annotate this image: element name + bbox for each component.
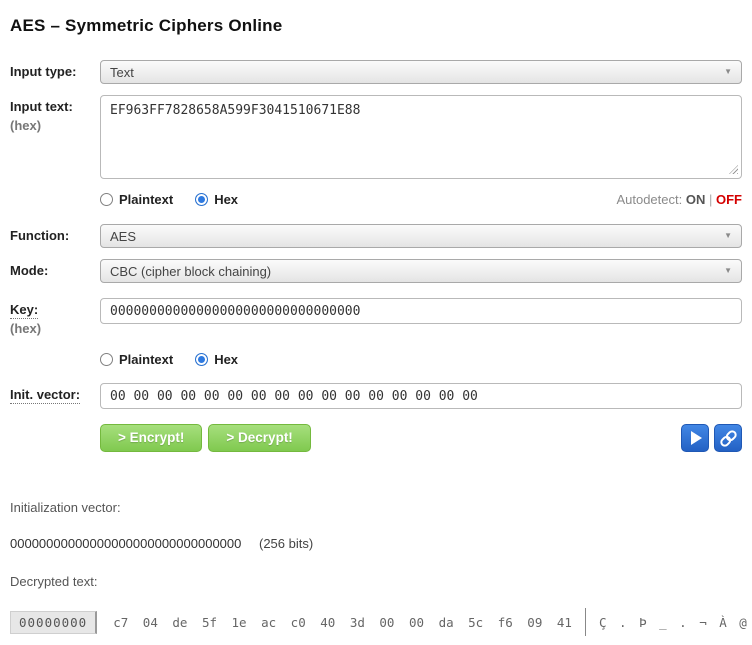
hexdump-bytes: c7 04 de 5f 1e ac c0 40 3d 00 00 da 5c f…: [113, 615, 572, 630]
input-format-row: Plaintext Hex Autodetect: ON | OFF: [100, 192, 742, 207]
input-plaintext-label[interactable]: Plaintext: [119, 192, 173, 207]
iv-result-value: 00000000000000000000000000000000: [10, 536, 241, 551]
init-vector-row: Init. vector:: [10, 383, 742, 409]
autodetect-label: Autodetect:: [616, 192, 682, 207]
iv-result-heading: Initialization vector:: [10, 500, 742, 515]
autodetect-on-option[interactable]: ON: [686, 192, 706, 207]
chain-link-icon[interactable]: [714, 424, 742, 452]
key-label: Key:: [10, 302, 38, 319]
input-type-selected-value: Text: [110, 65, 134, 80]
function-select[interactable]: AES ▼: [100, 224, 742, 248]
iv-bits-length: (256 bits): [259, 536, 313, 551]
init-vector-input[interactable]: [100, 383, 742, 409]
hexdump-row: 00000000 c7 04 de 5f 1e ac c0 40 3d 00 0…: [10, 608, 742, 636]
aes-tool-page: AES – Symmetric Ciphers Online Input typ…: [0, 0, 752, 645]
function-selected-value: AES: [110, 229, 136, 244]
autodetect-control: Autodetect: ON | OFF: [616, 192, 742, 207]
autodetect-off-option[interactable]: OFF: [716, 192, 742, 207]
function-label: Function:: [10, 224, 100, 243]
hexdump-divider: [585, 608, 586, 636]
key-hex-radio[interactable]: [195, 353, 208, 366]
mode-select[interactable]: CBC (cipher block chaining) ▼: [100, 259, 742, 283]
mode-selected-value: CBC (cipher block chaining): [110, 264, 271, 279]
input-text-row: Input text: (hex) EF963FF7828658A599F304…: [10, 95, 742, 179]
key-plaintext-radio[interactable]: [100, 353, 113, 366]
input-plaintext-radio[interactable]: [100, 193, 113, 206]
mode-label: Mode:: [10, 259, 100, 278]
input-type-select[interactable]: Text ▼: [100, 60, 742, 84]
hexdump-ascii: Ç . Þ _ . ¬ À @ = . . Ú \ ö . A: [599, 615, 752, 630]
encrypt-button[interactable]: > Encrypt!: [100, 424, 202, 452]
function-row: Function: AES ▼: [10, 224, 742, 248]
input-text-label: Input text:: [10, 99, 73, 114]
decrypted-text-heading: Decrypted text:: [10, 574, 742, 589]
key-plaintext-label[interactable]: Plaintext: [119, 352, 173, 367]
chevron-down-icon: ▼: [724, 267, 732, 275]
key-hex-sublabel: (hex): [10, 321, 100, 336]
mode-row: Mode: CBC (cipher block chaining) ▼: [10, 259, 742, 283]
action-buttons-row: > Encrypt! > Decrypt!: [100, 424, 742, 452]
play-icon[interactable]: [681, 424, 709, 452]
input-hex-label[interactable]: Hex: [214, 192, 238, 207]
decrypt-button[interactable]: > Decrypt!: [208, 424, 310, 452]
init-vector-label: Init. vector:: [10, 387, 80, 404]
results-section: Initialization vector: 00000000000000000…: [10, 500, 742, 645]
input-type-label: Input type:: [10, 60, 100, 79]
input-text-area[interactable]: EF963FF7828658A599F3041510671E88: [100, 95, 742, 179]
input-hex-radio[interactable]: [195, 193, 208, 206]
chevron-down-icon: ▼: [724, 232, 732, 240]
input-type-row: Input type: Text ▼: [10, 60, 742, 84]
key-format-row: Plaintext Hex: [100, 352, 742, 367]
chevron-down-icon: ▼: [724, 68, 732, 76]
input-text-hex-sublabel: (hex): [10, 118, 100, 133]
key-hex-label[interactable]: Hex: [214, 352, 238, 367]
hexdump-offset: 00000000: [10, 611, 97, 634]
autodetect-separator: |: [709, 192, 712, 207]
page-title: AES – Symmetric Ciphers Online: [10, 16, 742, 36]
key-row: Key: (hex): [10, 298, 742, 336]
key-input[interactable]: [100, 298, 742, 324]
